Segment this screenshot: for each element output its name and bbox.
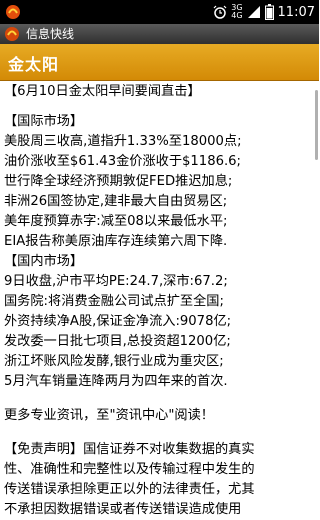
news-item: 外资持续净A股,保证金净流入:9078亿; [4,314,232,329]
article-title: 【6月10日金太阳早间要闻直击】 [4,84,201,99]
news-item: EIA报告称美原油库存连续第六周下降. [4,234,228,249]
scrollbar[interactable] [315,90,318,160]
more-info-text: 更多专业资讯，至"资讯中心"阅读！ [4,408,214,423]
news-item: 9日收盘,沪市平均PE:24.7,深市:67.2; [4,274,228,289]
news-item: 世行降全球经济预期敦促FED推迟加息; [4,174,233,189]
app-title-bar: 信息快线 [0,24,319,44]
news-item: 浙江坏账风险发酵,银行业成为重灾区; [4,354,224,369]
news-item: 油价涨收至$61.43金价涨收于$1186.6; [4,154,241,169]
disclaimer-line: 传送错误承担除更正以外的法律责任，尤其 [4,482,255,497]
news-item: 美股周三收高,道指升1.33%至18000点; [4,134,242,149]
signal-icon [247,6,260,18]
section-heading-international: 【国际市场】 [4,114,84,129]
page-title: 金太阳 [8,55,60,74]
article-content[interactable]: 【6月10日金太阳早间要闻直击】 【国际市场】 美股周三收高,道指升1.33%至… [4,82,316,520]
app-title: 信息快线 [26,27,75,41]
alarm-icon [213,5,227,19]
section-heading-domestic: 【国内市场】 [4,254,84,269]
news-item: 发改委一日批七项目,总投资超1200亿; [4,334,231,349]
battery-icon [264,4,274,20]
news-item: 5月汽车销量连降两月为四年来的首次. [4,374,228,389]
clock: 11:07 [277,4,315,20]
news-item: 非洲26国签协定,建非最大自由贸易区; [4,194,228,209]
network-type-indicator: 3G 4G [231,4,242,20]
disclaimer-line: 【免责声明】国信证券不对收集数据的真实 [4,442,255,457]
news-item: 美年度预算赤字:减至08以来最低水平; [4,214,228,229]
app-notification-icon [6,5,20,19]
network-bottom-label: 4G [231,11,243,20]
app-logo-icon [5,27,19,41]
status-bar: 3G 4G 11:07 [0,0,319,24]
disclaimer-line: 性、准确性和完整性以及传输过程中发生的 [4,462,255,477]
disclaimer-line: 不承担因数据错误或者传送错误造成使用 [4,502,242,517]
page-header: 金太阳 [0,44,319,81]
news-item: 国务院:将消费金融公司试点扩至全国; [4,294,224,309]
